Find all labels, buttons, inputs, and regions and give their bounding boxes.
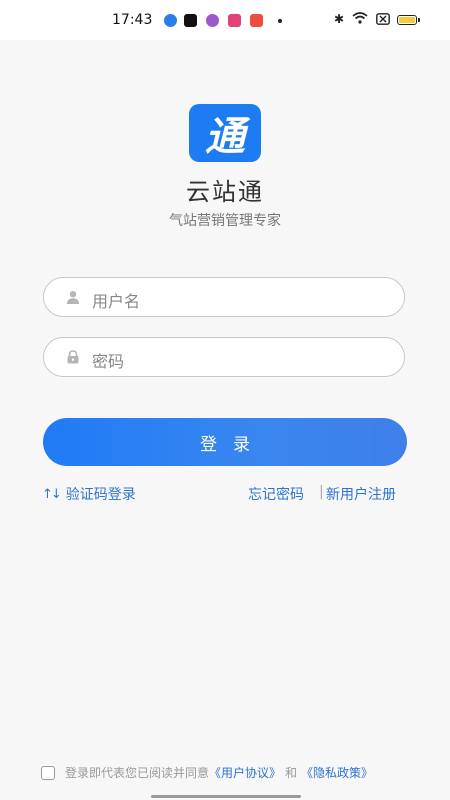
app-notification-icon (164, 14, 177, 27)
app-name: 云站通 (186, 178, 264, 206)
logo-glyph: 通 (205, 114, 245, 160)
register-link[interactable]: 新用户注册 (326, 484, 396, 504)
username-placeholder: 用户名 (92, 292, 141, 311)
username-field[interactable]: 用户名 (43, 277, 405, 317)
sms-login-link[interactable]: ↑↓ 验证码登录 (42, 484, 136, 504)
user-icon (66, 291, 80, 304)
forgot-password-link[interactable]: 忘记密码 (248, 484, 304, 504)
agreement-row: 登录即代表您已阅读并同意 《用户协议》 和 《隐私政策》 (41, 764, 373, 781)
privacy-policy-link[interactable]: 《隐私政策》 (301, 764, 373, 781)
play-notification-icon (184, 14, 197, 27)
sms-login-label: 验证码登录 (65, 487, 136, 503)
bluetooth-icon: ✱ (334, 12, 345, 26)
password-placeholder: 密码 (92, 352, 125, 371)
status-bar: 17:43 ✱ (0, 0, 450, 40)
login-button[interactable]: 登录 (43, 418, 407, 466)
app-slogan: 气站营销管理专家 (169, 213, 281, 229)
home-indicator[interactable] (151, 795, 301, 798)
agreement-prefix: 登录即代表您已阅读并同意 (65, 766, 210, 780)
password-field[interactable]: 密码 (43, 337, 405, 377)
agreement-checkbox[interactable] (41, 765, 55, 780)
swap-icon: ↑↓ (42, 486, 62, 502)
lock-icon (67, 350, 79, 364)
battery-icon (397, 15, 420, 25)
circle-notification-icon (206, 14, 219, 27)
sim-icon (376, 13, 390, 28)
app-logo: 通 (189, 104, 261, 162)
status-time: 17:43 (112, 12, 153, 28)
more-notifications-dot-icon (278, 19, 282, 23)
wifi-icon (352, 12, 368, 27)
login-button-label: 登录 (200, 434, 266, 455)
shop-notification-icon (228, 14, 241, 27)
user-agreement-link[interactable]: 《用户协议》 (209, 764, 281, 781)
link-separator: | (319, 484, 324, 500)
agreement-and: 和 (285, 766, 298, 780)
video-notification-icon (250, 14, 263, 27)
